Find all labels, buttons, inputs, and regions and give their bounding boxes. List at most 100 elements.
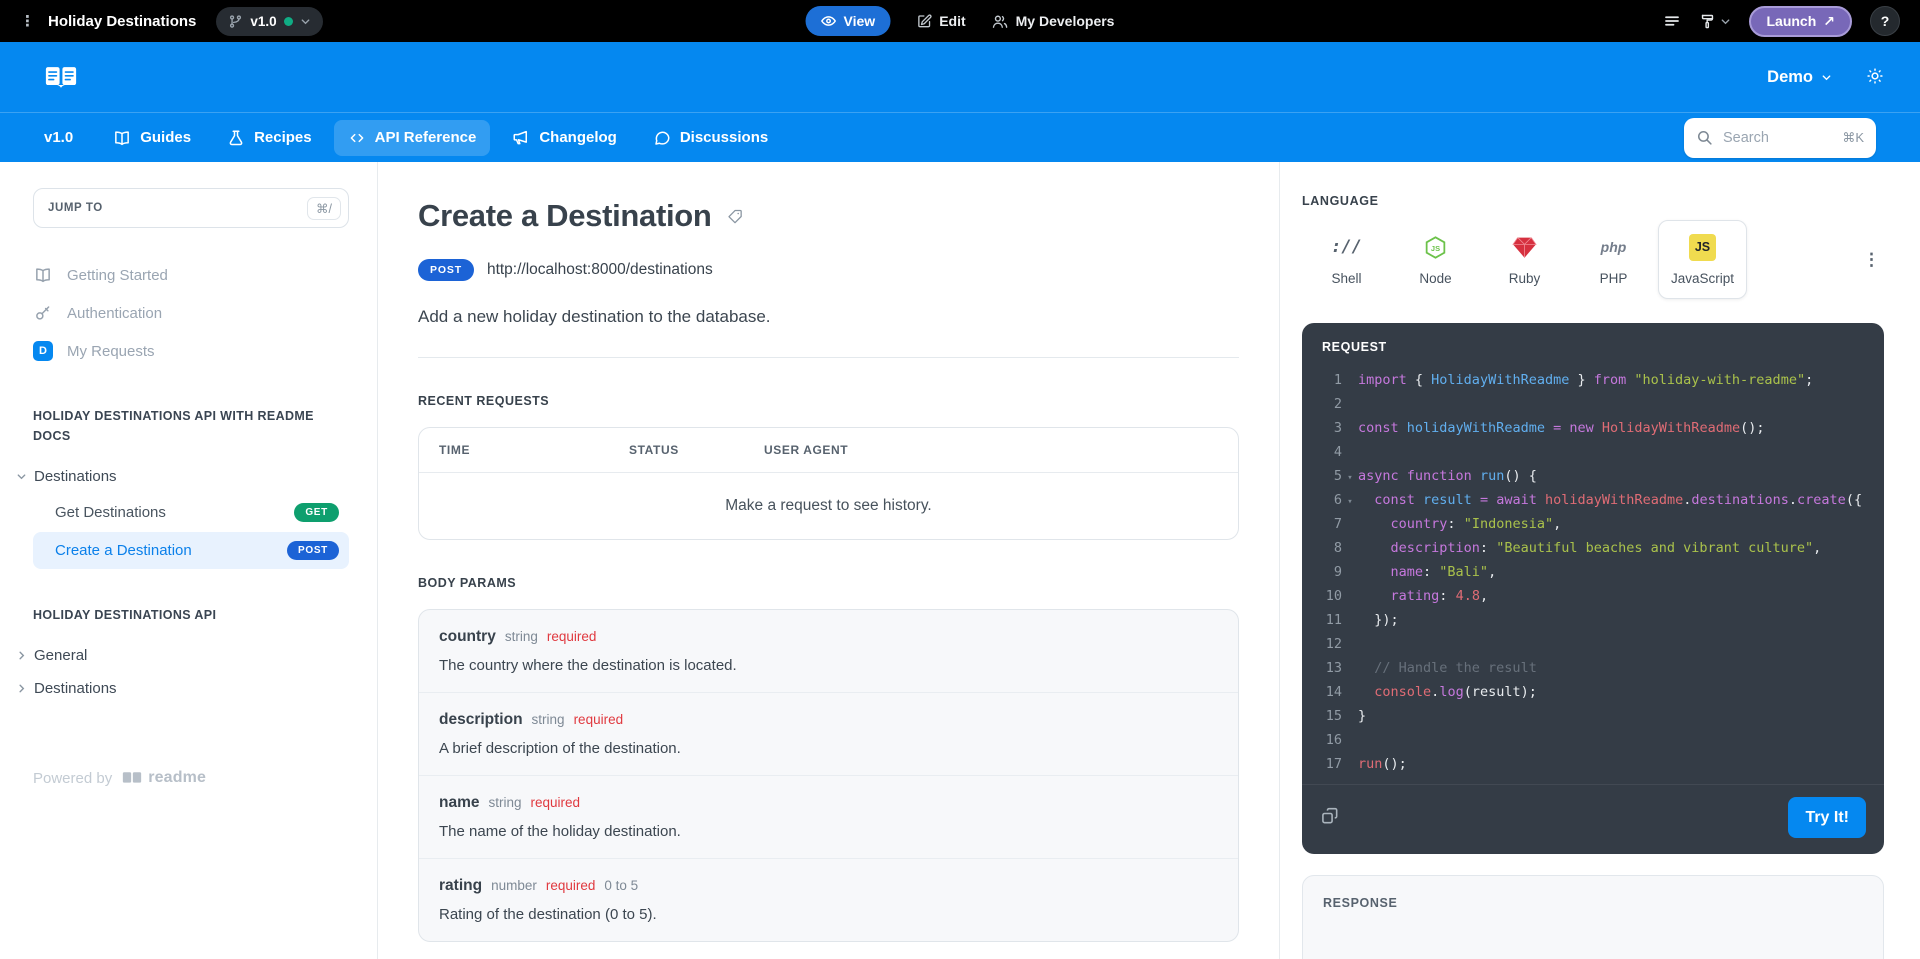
code-token: description — [1391, 540, 1480, 556]
language-node[interactable]: JS Node — [1391, 220, 1480, 299]
line-number: 15 — [1314, 704, 1342, 728]
search-box[interactable]: ⌘K — [1684, 118, 1876, 158]
try-it-button[interactable]: Try It! — [1788, 797, 1866, 838]
language-row: ://Shell JS Node RubyphpPHPJSJavaScript ⋮ — [1302, 220, 1884, 299]
code-line: 14 console.log(result); — [1314, 680, 1884, 704]
code-line: 3const holidayWithReadme = new HolidayWi… — [1314, 416, 1884, 440]
sidebar-item-authentication[interactable]: Authentication — [33, 294, 349, 332]
sidebar-section-title: HOLIDAY DESTINATIONS API — [33, 605, 331, 625]
param-description: The name of the holiday destination. — [439, 823, 1218, 840]
tag-icon[interactable] — [727, 208, 744, 225]
sidebar-group-destinations[interactable]: Destinations — [16, 672, 349, 705]
language-ruby[interactable]: Ruby — [1480, 220, 1569, 299]
nav-items: Guides Recipes API ReferenceChangelogDiscu… — [99, 120, 782, 156]
sidebar-item-getting-started[interactable]: Getting Started — [33, 256, 349, 294]
nav-item-changelog[interactable]: Changelog — [498, 120, 631, 156]
code-token: 4.8 — [1456, 588, 1480, 604]
edit-button[interactable]: Edit — [916, 13, 965, 29]
sidebar-endpoint-create-a-destination[interactable]: Create a DestinationPOST — [33, 532, 349, 569]
code-token: country — [1391, 516, 1448, 532]
sidebar-group-general[interactable]: General — [16, 639, 349, 672]
language-heading: LANGUAGE — [1302, 194, 1884, 208]
code-token: async — [1358, 468, 1399, 484]
code-token: () { — [1504, 468, 1537, 484]
nav-item-discussions[interactable]: Discussions — [639, 120, 782, 156]
language-javascript[interactable]: JSJavaScript — [1658, 220, 1747, 299]
language-more-menu-icon[interactable]: ⋮ — [1859, 250, 1884, 270]
version-selector[interactable]: v1.0 — [216, 7, 322, 36]
code-line: 12 — [1314, 632, 1884, 656]
nav-item-api-reference[interactable]: API Reference — [334, 120, 491, 156]
param-constraint: 0 to 5 — [604, 878, 638, 893]
try-it-panel: LANGUAGE ://Shell JS Node RubyphpPHPJSJavaS… — [1279, 162, 1920, 959]
language-shell[interactable]: ://Shell — [1302, 220, 1391, 299]
param-header: namestringrequired — [439, 794, 1218, 812]
launch-button[interactable]: Launch ↗ — [1749, 6, 1852, 37]
code-token: , — [1553, 516, 1561, 532]
code-line: 11 }); — [1314, 608, 1884, 632]
powered-by-label: Powered by — [33, 770, 112, 787]
node-icon: JS — [1423, 233, 1448, 261]
code-block[interactable]: 1import { HolidayWithReadme } from "holi… — [1302, 360, 1884, 784]
language-label: Node — [1419, 271, 1451, 286]
code-line-content: rating: 4.8, — [1358, 584, 1884, 608]
nav-item-guides[interactable]: Guides — [99, 120, 205, 156]
sidebar-item-my-requests[interactable]: DMy Requests — [33, 332, 349, 370]
code-token — [1358, 540, 1391, 556]
divider — [418, 357, 1239, 358]
language-label: PHP — [1600, 271, 1628, 286]
project-kebab-icon[interactable]: ⋮ — [20, 12, 36, 30]
code-line-content: }); — [1358, 608, 1884, 632]
code-token — [1358, 660, 1374, 676]
nav-item-recipes[interactable]: Recipes — [213, 120, 326, 156]
code-token — [1472, 468, 1480, 484]
sidebar-item-label: Getting Started — [67, 267, 168, 284]
sidebar-section: HOLIDAY DESTINATIONS API WITH README DOC… — [33, 406, 349, 569]
param-description: A brief description of the destination. — [439, 740, 1218, 757]
code-token: create — [1797, 492, 1846, 508]
param-required-flag: required — [574, 712, 624, 727]
language-php[interactable]: phpPHP — [1569, 220, 1658, 299]
code-line: 6▾ const result = await holidayWithReadm… — [1314, 488, 1884, 512]
code-token: (); — [1740, 420, 1764, 436]
fold-arrow-icon: ▾ — [1342, 466, 1358, 488]
column-header-status: STATUS — [629, 443, 764, 457]
my-developers-label: My Developers — [1016, 13, 1115, 29]
chevron-down-icon — [16, 471, 27, 482]
code-token: : — [1447, 516, 1463, 532]
page: ⋮ Holiday Destinations v1.0 View Edit My… — [0, 0, 1920, 959]
jump-to-button[interactable]: JUMP TO ⌘/ — [33, 188, 349, 228]
param-header: ratingnumberrequired0 to 5 — [439, 877, 1218, 895]
param-header: countrystringrequired — [439, 628, 1218, 646]
view-button[interactable]: View — [806, 6, 891, 36]
search-icon — [1696, 129, 1713, 146]
recent-requests-table: TIMESTATUSUSER AGENT Make a request to s… — [418, 427, 1239, 540]
project-switcher[interactable]: Demo — [1761, 67, 1838, 88]
sidebar-group-destinations[interactable]: Destinations — [16, 460, 349, 493]
pencil-icon — [916, 13, 932, 29]
search-input[interactable] — [1721, 129, 1834, 147]
powered-by[interactable]: Powered by readme — [33, 769, 349, 787]
copy-code-button[interactable] — [1320, 806, 1340, 829]
appearance-button[interactable] — [1699, 13, 1731, 30]
align-menu-button[interactable] — [1663, 12, 1681, 30]
sidebar-endpoint-get-destinations[interactable]: Get DestinationsGET — [33, 494, 349, 531]
code-token: (); — [1382, 756, 1406, 772]
project-title: Holiday Destinations — [48, 13, 196, 30]
ruby-icon — [1512, 233, 1537, 261]
theme-toggle-button[interactable] — [1866, 67, 1884, 88]
line-number: 14 — [1314, 680, 1342, 704]
nav-item-label: Recipes — [254, 129, 312, 146]
admin-bar-left: ⋮ Holiday Destinations v1.0 — [20, 7, 323, 36]
code-line-content: run(); — [1358, 752, 1884, 776]
code-line-content: description: "Beautiful beaches and vibr… — [1358, 536, 1884, 560]
code-token: : — [1480, 540, 1496, 556]
sidebar-group-label: Destinations — [34, 680, 117, 697]
help-button[interactable]: ? — [1870, 6, 1900, 36]
code-token — [1472, 492, 1480, 508]
param-name: description — [439, 711, 523, 729]
code-token — [1358, 564, 1391, 580]
my-developers-button[interactable]: My Developers — [992, 13, 1115, 30]
param-type: string — [489, 795, 522, 810]
code-icon — [348, 129, 366, 147]
